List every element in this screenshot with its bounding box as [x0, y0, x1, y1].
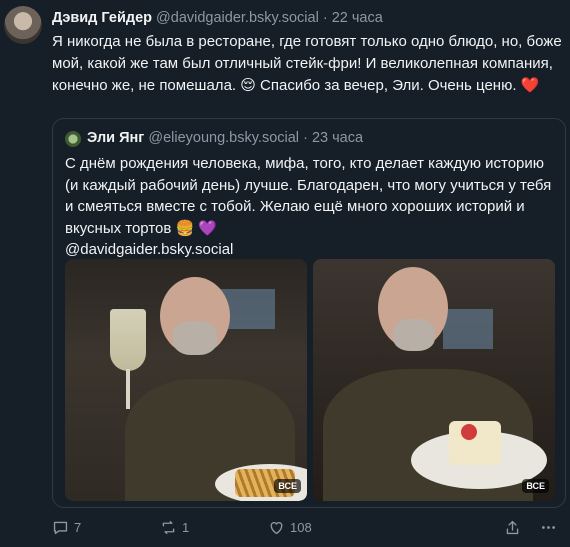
- photo-beard: [173, 321, 217, 355]
- alt-badge[interactable]: ВСЕ: [522, 479, 549, 493]
- reply-button[interactable]: 7: [52, 519, 81, 536]
- photo-glass: [110, 309, 146, 371]
- post-text: Я никогда не была в ресторане, где готов…: [52, 33, 562, 94]
- share-icon: [506, 520, 519, 535]
- post-header: Дэвид Гейдер @davidgaider.bsky.social · …: [52, 10, 383, 26]
- photo-strawberry: [461, 424, 477, 440]
- more-button[interactable]: [540, 519, 557, 536]
- quote-body: С днём рождения человека, мифа, того, кт…: [65, 155, 552, 237]
- separator-dot: ·: [322, 10, 328, 26]
- separator-dot: ·: [303, 130, 308, 146]
- repost-count: 1: [182, 520, 190, 535]
- quote-photo-1[interactable]: ВСЕ: [65, 259, 307, 501]
- quote-avatar[interactable]: [65, 131, 81, 147]
- quote-text: С днём рождения человека, мифа, того, кт…: [65, 153, 559, 261]
- photo-beard: [393, 319, 435, 351]
- more-icon: [542, 526, 555, 529]
- quote-author-handle[interactable]: @elieyoung.bsky.social: [148, 130, 299, 146]
- quoted-post[interactable]: Эли Янг @elieyoung.bsky.social · 23 часа…: [52, 118, 566, 508]
- reply-count: 7: [74, 520, 82, 535]
- quote-header: Эли Янг @elieyoung.bsky.social · 23 часа: [87, 130, 363, 146]
- photo-window: [443, 309, 493, 349]
- quote-photo-2[interactable]: ВСЕ: [313, 259, 555, 501]
- like-button[interactable]: 108: [268, 519, 312, 536]
- repost-icon: [162, 520, 175, 535]
- repost-button[interactable]: 1: [160, 519, 189, 536]
- alt-badge[interactable]: ВСЕ: [274, 479, 301, 493]
- post-actions: 7 1 108: [52, 519, 566, 539]
- quote-mention[interactable]: @davidgaider.bsky.social: [65, 241, 233, 258]
- quote-time[interactable]: 23 часа: [312, 130, 363, 146]
- post-time[interactable]: 22 часа: [332, 10, 383, 26]
- author-handle[interactable]: @davidgaider.bsky.social: [156, 10, 319, 26]
- reply-icon: [53, 521, 68, 535]
- share-button[interactable]: [504, 519, 521, 536]
- heart-icon: [270, 521, 283, 535]
- author-name[interactable]: Дэвид Гейдер: [52, 10, 152, 26]
- photo-glass-stem: [126, 369, 130, 409]
- like-count: 108: [290, 520, 312, 535]
- quote-author-name[interactable]: Эли Янг: [87, 130, 144, 146]
- avatar[interactable]: [4, 6, 42, 44]
